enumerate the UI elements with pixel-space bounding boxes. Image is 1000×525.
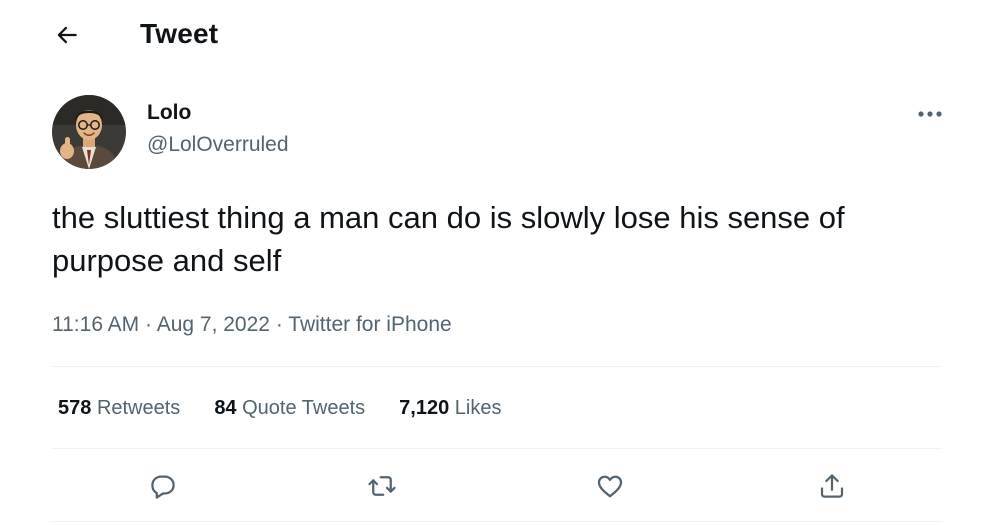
back-button[interactable] [50,18,84,52]
more-horizontal-icon [918,111,942,117]
tweet-stats: 578 Retweets 84 Quote Tweets 7,120 Likes [58,395,536,421]
divider [52,521,942,522]
avatar[interactable] [52,95,126,169]
author-name[interactable]: Lolo [147,100,191,126]
like-button[interactable] [590,466,630,506]
quote-tweets-count: 84 [214,397,237,419]
avatar-image [52,95,126,169]
divider [52,448,942,449]
likes-label: Likes [454,397,502,419]
retweet-icon [368,476,396,496]
share-icon [820,474,844,498]
retweets-stat[interactable]: 578 Retweets [58,395,180,421]
heart-icon [597,475,623,498]
meta-separator: · [145,313,153,336]
tweet-date[interactable]: Aug 7, 2022 [157,313,270,336]
tweet-meta: 11:16 AM · Aug 7, 2022 · Twitter for iPh… [52,311,452,339]
likes-stat[interactable]: 7,120 Likes [399,395,501,421]
tweet-text: the sluttiest thing a man can do is slow… [52,200,845,278]
quote-tweets-stat[interactable]: 84 Quote Tweets [214,395,365,421]
reply-button[interactable] [143,466,183,506]
divider [52,366,942,367]
share-button[interactable] [812,466,852,506]
reply-icon [151,475,175,499]
tweet-time[interactable]: 11:16 AM [52,313,139,336]
more-button[interactable] [910,100,950,128]
quote-tweets-label: Quote Tweets [242,397,366,419]
retweet-button[interactable] [362,466,402,506]
retweets-count: 578 [58,397,92,419]
header: Tweet [0,0,1000,70]
retweets-label: Retweets [96,397,181,419]
likes-count: 7,120 [399,397,450,419]
arrow-left-icon [57,26,77,44]
author-handle[interactable]: @LolOverruled [147,132,289,158]
meta-separator: · [275,313,283,336]
page-title: Tweet [140,18,219,49]
tweet-source[interactable]: Twitter for iPhone [288,313,451,336]
